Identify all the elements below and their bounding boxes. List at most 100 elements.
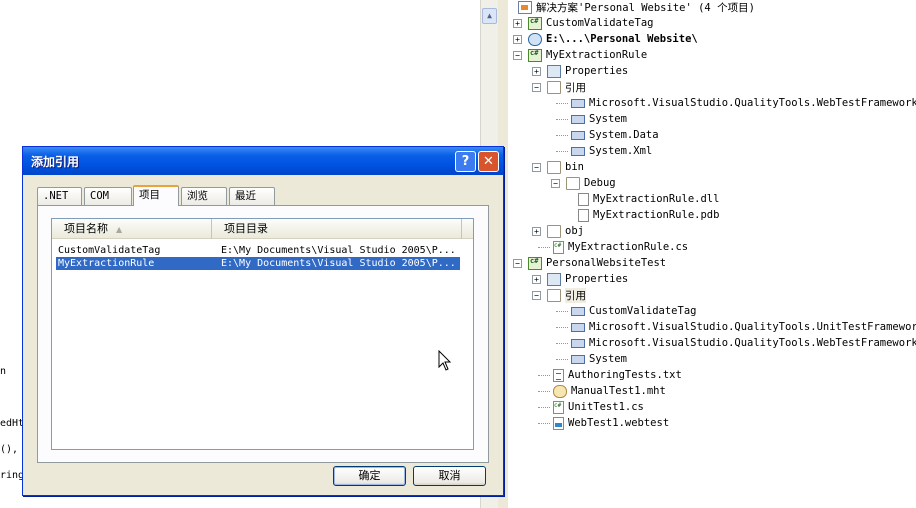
tree-node-folder[interactable]: + obj: [532, 223, 584, 239]
csharp-file-icon: [553, 400, 564, 414]
expand-plus-icon[interactable]: +: [513, 18, 522, 28]
list-row-selected[interactable]: MyExtractionRule E:\My Documents\Visual …: [55, 256, 461, 271]
projects-tab-panel: 项目名称 ▲ 项目目录 CustomValidateTag E:\My Docum…: [37, 205, 489, 463]
column-header-project-dir[interactable]: 项目目录: [212, 219, 462, 239]
dialog-title: 添加引用: [31, 155, 80, 169]
dialog-body: .NET COM 项目 浏览 最近 项目名称 ▲ 项目目录 CustomValid…: [23, 175, 503, 495]
list-row[interactable]: CustomValidateTag E:\My Documents\Visual…: [56, 244, 460, 257]
expand-plus-icon[interactable]: +: [532, 66, 541, 76]
tree-node-reference[interactable]: System: [556, 351, 627, 367]
tree-connector: [556, 326, 568, 328]
reference-icon: [571, 98, 585, 108]
collapse-minus-icon[interactable]: −: [551, 178, 560, 188]
tab-projects[interactable]: 项目: [133, 185, 179, 206]
column-header-project-name[interactable]: 项目名称 ▲: [52, 219, 212, 239]
tree-node-reference[interactable]: Microsoft.VisualStudio.QualityTools.WebT…: [556, 95, 916, 111]
tree-node-label: 引用: [565, 81, 586, 94]
tree-connector: [538, 422, 550, 424]
help-button[interactable]: ?: [455, 151, 476, 172]
dialog-titlebar[interactable]: 添加引用 ? ✕: [23, 147, 503, 175]
scroll-up-arrow-icon[interactable]: ▲: [482, 8, 497, 24]
solution-explorer-tree: 解决方案'Personal Website' (4 个项目) + CustomV…: [508, 0, 916, 508]
website-project-icon: [528, 32, 542, 46]
close-button[interactable]: ✕: [478, 151, 499, 172]
open-folder-icon: [547, 160, 561, 174]
tree-node-label: UnitTest1.cs: [568, 401, 644, 413]
tree-node-file[interactable]: WebTest1.webtest: [538, 415, 669, 431]
tree-node-label: Microsoft.VisualStudio.QualityTools.Unit…: [589, 321, 916, 333]
collapse-minus-icon[interactable]: −: [532, 290, 541, 300]
tree-node-project[interactable]: + CustomValidateTag: [513, 15, 653, 31]
reference-icon: [571, 146, 585, 156]
tree-connector: [538, 406, 550, 408]
expand-plus-icon[interactable]: +: [513, 34, 522, 44]
tree-node-file[interactable]: AuthoringTests.txt: [538, 367, 682, 383]
tree-node-label: MyExtractionRule.pdb: [593, 209, 720, 221]
tree-connector: [538, 246, 550, 248]
csharp-project-icon: [528, 48, 542, 62]
tree-node-reference[interactable]: Microsoft.VisualStudio.QualityTools.Unit…: [556, 319, 916, 335]
collapse-minus-icon[interactable]: −: [513, 50, 522, 60]
tree-node-label: MyExtractionRule.dll: [593, 193, 720, 205]
sort-ascending-icon: ▲: [116, 225, 123, 234]
tree-connector: [556, 358, 568, 360]
tree-node-file[interactable]: UnitTest1.cs: [538, 399, 644, 415]
tree-node-reference[interactable]: System.Data: [556, 127, 659, 143]
expand-plus-icon[interactable]: +: [532, 274, 541, 284]
project-list[interactable]: 项目名称 ▲ 项目目录 CustomValidateTag E:\My Docum…: [51, 218, 474, 450]
tab-com[interactable]: COM: [84, 187, 132, 205]
tree-node-file[interactable]: MyExtractionRule.cs: [538, 239, 688, 255]
tree-node-label: Properties: [565, 273, 629, 285]
tab-recent[interactable]: 最近: [229, 187, 275, 205]
solution-root[interactable]: 解决方案'Personal Website' (4 个项目): [518, 0, 755, 15]
tree-node-file[interactable]: ManualTest1.mht: [538, 383, 666, 399]
code-fragment: ring: [0, 470, 25, 481]
tree-node-label: bin: [565, 161, 584, 173]
open-folder-icon: [547, 288, 561, 302]
tree-node-properties[interactable]: + Properties: [532, 271, 628, 287]
project-name-cell: MyExtractionRule: [58, 258, 155, 269]
file-icon: [578, 208, 589, 222]
mouse-cursor-icon: [438, 350, 452, 371]
tree-node-label: AuthoringTests.txt: [568, 369, 682, 381]
tree-node-file[interactable]: MyExtractionRule.pdb: [578, 207, 719, 223]
code-fragment: n: [0, 366, 7, 377]
tree-node-label: ManualTest1.mht: [571, 385, 666, 397]
cancel-button[interactable]: 取消: [413, 466, 486, 486]
tree-connector: [538, 374, 550, 376]
tree-node-label: CustomValidateTag: [546, 17, 654, 29]
collapse-minus-icon[interactable]: −: [532, 82, 541, 92]
tree-node-label: MyExtractionRule.cs: [568, 241, 689, 253]
tree-connector: [556, 118, 568, 120]
tree-node-reference[interactable]: Microsoft.VisualStudio.QualityTools.WebT…: [556, 335, 916, 351]
tree-node-project[interactable]: − PersonalWebsiteTest: [513, 255, 666, 271]
test-project-icon: [528, 256, 542, 270]
tree-node-folder[interactable]: − Debug: [551, 175, 616, 191]
solution-icon: [518, 0, 532, 14]
manual-test-icon: [553, 384, 567, 398]
tree-node-folder[interactable]: − bin: [532, 159, 584, 175]
tree-node-project[interactable]: − MyExtractionRule: [513, 47, 647, 63]
tab-browse[interactable]: 浏览: [181, 187, 227, 205]
collapse-minus-icon[interactable]: −: [532, 162, 541, 172]
expand-plus-icon[interactable]: +: [532, 226, 541, 236]
tab-dotnet[interactable]: .NET: [37, 187, 82, 205]
file-icon: [578, 192, 589, 206]
tree-node-label: 引用: [565, 287, 586, 303]
tree-node-label: Microsoft.VisualStudio.QualityTools.WebT…: [589, 337, 916, 349]
tree-node-properties[interactable]: + Properties: [532, 63, 628, 79]
collapse-minus-icon[interactable]: −: [513, 258, 522, 268]
tree-node-references[interactable]: − 引用: [532, 287, 586, 303]
tree-connector: [556, 342, 568, 344]
tree-node-reference[interactable]: System.Xml: [556, 143, 652, 159]
ok-button[interactable]: 确定: [333, 466, 406, 486]
column-header-label: 项目名称: [64, 222, 108, 235]
tree-node-reference[interactable]: System: [556, 111, 627, 127]
tree-node-references[interactable]: − 引用: [532, 79, 586, 95]
tree-node-file[interactable]: MyExtractionRule.dll: [578, 191, 719, 207]
reference-icon: [571, 354, 585, 364]
tree-node-label: Debug: [584, 177, 616, 189]
tree-node-reference[interactable]: CustomValidateTag: [556, 303, 696, 319]
reference-icon: [571, 306, 585, 316]
tree-node-website[interactable]: + E:\...\Personal Website\: [513, 31, 698, 47]
